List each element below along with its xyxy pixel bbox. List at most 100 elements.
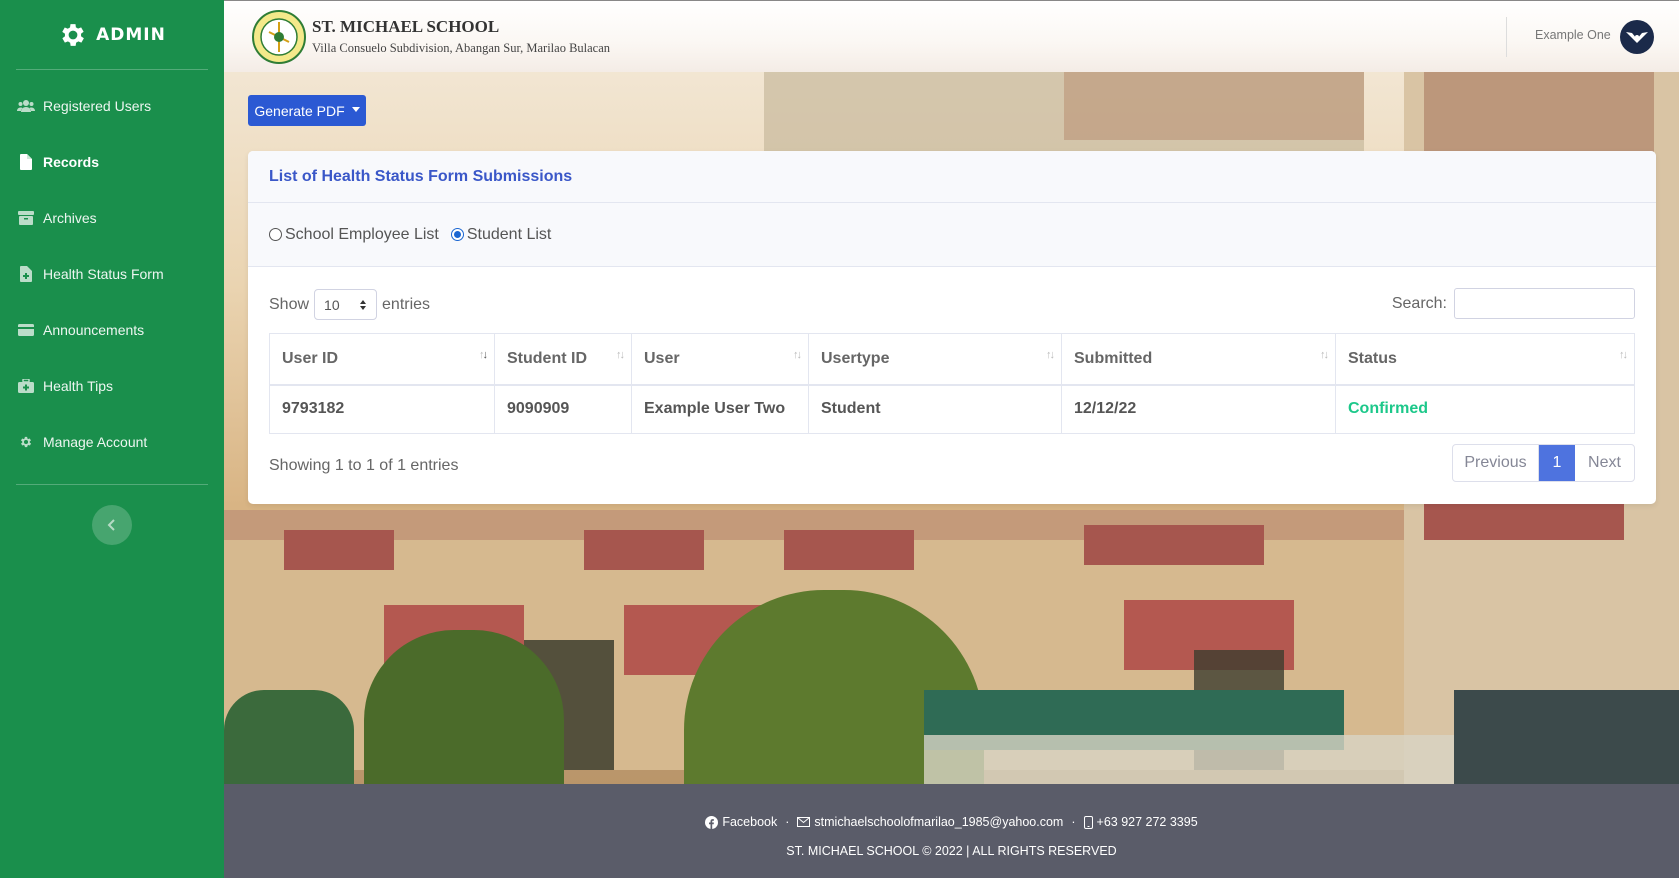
- brand-title: ADMIN: [96, 24, 166, 45]
- table-info: Showing 1 to 1 of 1 entries: [269, 457, 459, 474]
- select-arrows-icon: [360, 299, 367, 310]
- search-input[interactable]: [1454, 288, 1635, 319]
- column-header-student-id[interactable]: Student ID ↑↓: [494, 333, 632, 386]
- cell-usertype: Student: [808, 384, 1062, 434]
- table-row[interactable]: 9793182 9090909 Example User Two Student…: [269, 384, 1635, 434]
- radio-employee[interactable]: [269, 228, 282, 241]
- sort-icon: ↑↓: [1046, 349, 1055, 361]
- submissions-card: List of Health Status Form Submissions S…: [248, 151, 1656, 504]
- footer-separator: ·: [1071, 815, 1076, 829]
- users-icon: [17, 98, 35, 114]
- column-header-user[interactable]: User ↑↓: [631, 333, 809, 386]
- column-header-status[interactable]: Status ↑↓: [1335, 333, 1635, 386]
- sidebar-item-label: Announcements: [43, 322, 145, 338]
- gear-icon: [17, 434, 35, 450]
- facebook-label: Facebook: [722, 815, 778, 829]
- sidebar-item-health-status-form[interactable]: Health Status Form: [0, 246, 224, 302]
- archive-icon: [17, 210, 35, 226]
- topbar-divider: [1506, 17, 1507, 57]
- topbar: ST. MICHAEL SCHOOL Villa Consuelo Subdiv…: [224, 0, 1679, 72]
- sort-icon: ↑↓: [479, 349, 488, 361]
- column-label: User ID: [282, 349, 339, 367]
- footer: Facebook · stmichaelschoolofmarilao_1985…: [224, 784, 1679, 878]
- sidebar-divider: [16, 484, 208, 485]
- sidebar-item-label: Health Status Form: [43, 266, 164, 282]
- list-filter: School Employee List Student List: [248, 203, 1656, 267]
- phone-label: +63 927 272 3395: [1096, 815, 1198, 829]
- sidebar-item-registered-users[interactable]: Registered Users: [0, 78, 224, 134]
- filter-student-list[interactable]: Student List: [450, 225, 552, 244]
- column-label: Usertype: [821, 349, 890, 367]
- filter-label: Student List: [466, 225, 552, 243]
- table-controls: Show 10 entries Search:: [248, 267, 1656, 333]
- wings-icon: [1626, 32, 1648, 43]
- medkit-icon: [17, 378, 35, 394]
- pagination: Previous 1 Next: [1452, 444, 1635, 482]
- sidebar-item-health-tips[interactable]: Health Tips: [0, 358, 224, 414]
- next-button[interactable]: Next: [1575, 445, 1634, 481]
- chevron-left-icon: [107, 519, 115, 531]
- column-label: Submitted: [1074, 349, 1153, 367]
- school-address: Villa Consuelo Subdivision, Abangan Sur,…: [312, 41, 611, 55]
- entries-length: Show 10 entries: [269, 289, 430, 320]
- sidebar-item-manage-account[interactable]: Manage Account: [0, 414, 224, 470]
- filter-label: School Employee List: [285, 225, 439, 243]
- radio-student[interactable]: [450, 228, 464, 241]
- sort-icon: ↑↓: [1320, 349, 1329, 361]
- sidebar-item-label: Archives: [43, 210, 97, 226]
- sidebar: ADMIN Registered Users Records Archives …: [0, 0, 224, 878]
- status-badge: Confirmed: [1335, 384, 1635, 434]
- email-label: stmichaelschoolofmarilao_1985@yahoo.com: [814, 815, 1064, 829]
- page-1-button[interactable]: 1: [1539, 445, 1575, 481]
- cell-user: Example User Two: [631, 384, 809, 434]
- generate-pdf-label: Generate PDF: [254, 102, 345, 119]
- sidebar-nav: Registered Users Records Archives Health…: [0, 70, 224, 470]
- generate-pdf-button[interactable]: Generate PDF: [248, 95, 366, 126]
- avatar[interactable]: [1620, 20, 1654, 54]
- file-medical-icon: [17, 266, 35, 282]
- envelope-icon: [797, 817, 811, 827]
- facebook-icon: [705, 815, 719, 829]
- card-title: List of Health Status Form Submissions: [269, 168, 573, 185]
- sidebar-item-label: Manage Account: [43, 434, 148, 450]
- table-header-row: User ID ↑↓ Student ID ↑↓ User ↑↓ Usertype ↑↓…: [269, 333, 1635, 386]
- sidebar-item-announcements[interactable]: Announcements: [0, 302, 224, 358]
- footer-email-link[interactable]: stmichaelschoolofmarilao_1985@yahoo.com: [797, 815, 1063, 829]
- school-logo: [252, 10, 306, 64]
- gear-icon: [62, 23, 84, 46]
- column-label: Status: [1348, 349, 1397, 367]
- sidebar-item-label: Health Tips: [43, 378, 114, 394]
- show-label: Show: [269, 295, 310, 313]
- column-label: User: [644, 349, 680, 367]
- user-name[interactable]: Example One: [1535, 28, 1611, 42]
- search-label: Search:: [1391, 294, 1447, 312]
- cell-user-id: 9793182: [269, 384, 495, 434]
- footer-facebook-link[interactable]: Facebook: [705, 815, 777, 829]
- sidebar-brand[interactable]: ADMIN: [16, 0, 208, 70]
- sidebar-item-label: Records: [43, 154, 100, 170]
- entries-value: 10: [324, 296, 340, 313]
- cell-submitted: 12/12/22: [1061, 384, 1336, 434]
- column-header-usertype[interactable]: Usertype ↑↓: [808, 333, 1062, 386]
- sidebar-item-archives[interactable]: Archives: [0, 190, 224, 246]
- footer-separator: ·: [785, 815, 790, 829]
- sort-icon: ↑↓: [616, 349, 625, 361]
- sidebar-item-records[interactable]: Records: [0, 134, 224, 190]
- filter-employee-list[interactable]: School Employee List: [269, 226, 439, 244]
- entries-select[interactable]: 10: [314, 289, 378, 320]
- submissions-table: User ID ↑↓ Student ID ↑↓ User ↑↓ Usertype ↑↓…: [269, 333, 1635, 434]
- footer-phone: +63 927 272 3395: [1083, 815, 1198, 829]
- sidebar-item-label: Registered Users: [43, 98, 152, 114]
- card-header: List of Health Status Form Submissions: [248, 151, 1656, 203]
- sidebar-toggle-button[interactable]: [92, 505, 132, 545]
- column-header-submitted[interactable]: Submitted ↑↓: [1061, 333, 1336, 386]
- mobile-icon: [1083, 815, 1093, 829]
- sort-icon: ↑↓: [793, 349, 802, 361]
- caret-down-icon: [351, 106, 360, 112]
- cell-student-id: 9090909: [494, 384, 632, 434]
- file-icon: [17, 154, 35, 170]
- column-header-user-id[interactable]: User ID ↑↓: [269, 333, 495, 386]
- footer-copyright: ST. MICHAEL SCHOOL © 2022 | ALL RIGHTS R…: [786, 844, 1117, 858]
- entries-label: entries: [382, 295, 431, 313]
- previous-button[interactable]: Previous: [1453, 445, 1539, 481]
